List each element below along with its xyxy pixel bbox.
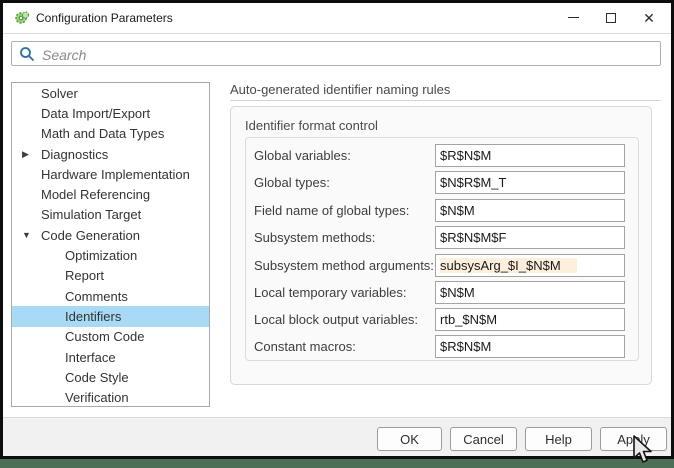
- field-row-field-name-of-global-types: Field name of global types: $N$M: [246, 199, 640, 222]
- close-button[interactable]: ✕: [631, 3, 667, 32]
- sidebar-item-hardware-implementation[interactable]: Hardware Implementation: [12, 164, 209, 184]
- subsystem-method-arguments-input[interactable]: subsysArg_$I_$N$M: [435, 254, 625, 277]
- sidebar-item-model-referencing[interactable]: Model Referencing: [12, 184, 209, 204]
- search-input[interactable]: [40, 43, 654, 66]
- field-row-subsystem-methods: Subsystem methods: $R$N$M$F: [246, 226, 640, 249]
- cancel-button[interactable]: Cancel: [450, 427, 517, 451]
- sidebar-item-solver[interactable]: Solver: [12, 83, 209, 103]
- constant-macros-input[interactable]: $R$N$M: [435, 335, 625, 358]
- heading-divider: [230, 100, 661, 101]
- sidebar-item-custom-code[interactable]: Custom Code: [12, 327, 209, 347]
- minimize-icon: [567, 16, 579, 19]
- simulink-settings-icon: [14, 10, 30, 26]
- search-icon: [19, 46, 35, 67]
- window-title: Configuration Parameters: [36, 11, 173, 25]
- maximize-icon: [606, 12, 616, 23]
- dialog-button-bar: OK Cancel Help Apply: [3, 417, 671, 456]
- group-title: Identifier format control: [245, 118, 378, 133]
- field-row-subsystem-method-arguments: Subsystem method arguments: subsysArg_$I…: [246, 254, 640, 277]
- subsystem-methods-input[interactable]: $R$N$M$F: [435, 226, 625, 249]
- sidebar-item-optimization[interactable]: Optimization: [12, 245, 209, 265]
- field-row-local-block-output-variables: Local block output variables: rtb_$N$M: [246, 308, 640, 331]
- field-row-global-types: Global types: $N$R$M_T: [246, 171, 640, 194]
- sidebar-item-verification[interactable]: Verification: [12, 387, 209, 406]
- minimize-button[interactable]: [555, 3, 591, 32]
- configuration-parameters-window: Configuration Parameters ✕ Solver Data I…: [0, 0, 674, 459]
- sidebar-item-code-style[interactable]: Code Style: [12, 367, 209, 387]
- field-row-global-variables: Global variables: $R$N$M: [246, 144, 640, 167]
- chevron-down-icon[interactable]: ▼: [22, 225, 31, 245]
- desktop-background: Configuration Parameters ✕ Solver Data I…: [0, 0, 674, 468]
- sidebar-item-math-and-data-types[interactable]: Math and Data Types: [12, 124, 209, 144]
- sidebar-item-simulation-target[interactable]: Simulation Target: [12, 205, 209, 225]
- section-heading: Auto-generated identifier naming rules: [230, 82, 451, 97]
- search-box[interactable]: [11, 41, 661, 66]
- sidebar-item-diagnostics[interactable]: ▶ Diagnostics: [12, 144, 209, 164]
- settings-tree: Solver Data Import/Export Math and Data …: [11, 82, 210, 407]
- identifier-fields-group: Global variables: $R$N$M Global types: $…: [245, 137, 639, 361]
- chevron-right-icon[interactable]: ▶: [22, 144, 29, 164]
- local-block-output-variables-input[interactable]: rtb_$N$M: [435, 308, 625, 331]
- sidebar-item-report[interactable]: Report: [12, 266, 209, 286]
- maximize-button[interactable]: [593, 3, 629, 32]
- field-row-local-temporary-variables: Local temporary variables: $N$M: [246, 281, 640, 304]
- field-name-of-global-types-input[interactable]: $N$M: [435, 199, 625, 222]
- apply-button[interactable]: Apply: [600, 427, 667, 451]
- local-temporary-variables-input[interactable]: $N$M: [435, 281, 625, 304]
- sidebar-item-identifiers[interactable]: Identifiers: [12, 306, 209, 327]
- close-icon: ✕: [643, 9, 655, 26]
- global-types-input[interactable]: $N$R$M_T: [435, 171, 625, 194]
- sidebar-item-interface[interactable]: Interface: [12, 347, 209, 367]
- sidebar-item-comments[interactable]: Comments: [12, 286, 209, 306]
- identifier-format-panel: Identifier format control Global variabl…: [230, 106, 652, 385]
- sidebar-item-data-import-export[interactable]: Data Import/Export: [12, 103, 209, 123]
- title-bar: Configuration Parameters ✕: [3, 3, 671, 34]
- global-variables-input[interactable]: $R$N$M: [435, 144, 625, 167]
- ok-button[interactable]: OK: [377, 427, 442, 451]
- field-row-constant-macros: Constant macros: $R$N$M: [246, 335, 640, 358]
- help-button[interactable]: Help: [525, 427, 592, 451]
- sidebar-item-code-generation[interactable]: ▼ Code Generation: [12, 225, 209, 245]
